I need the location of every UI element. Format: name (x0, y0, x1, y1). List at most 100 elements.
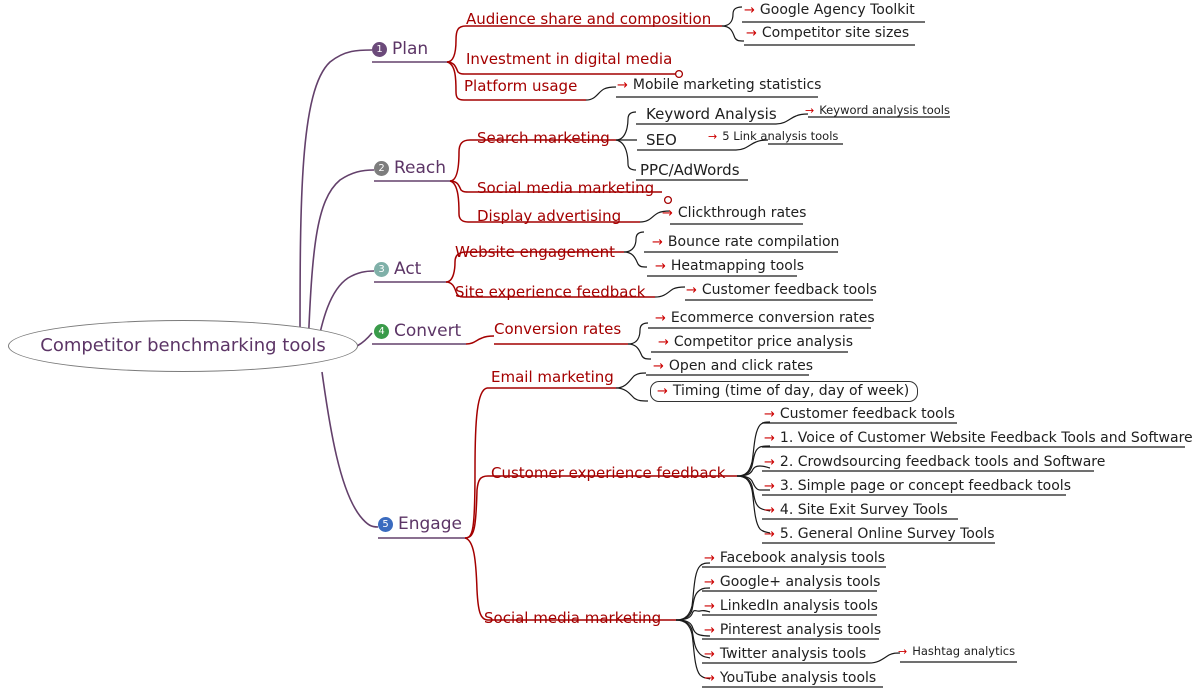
branch-number-badge: 3 (374, 262, 389, 277)
leaf-label: 4. Site Exit Survey Tools (779, 502, 948, 518)
leaf-label: Customer feedback tools (701, 282, 877, 298)
leaf-customer-feedback-tools-engage[interactable]: → Customer feedback tools (764, 407, 955, 421)
branch-reach[interactable]: 2 Reach (374, 160, 446, 177)
leaf-label: Competitor site sizes (761, 25, 910, 41)
arrow-icon: → (658, 335, 669, 350)
topic-social-media-marketing-engage[interactable]: Social media marketing (484, 611, 661, 626)
root-node[interactable]: Competitor benchmarking tools (8, 320, 358, 372)
leaf-simple-page-feedback-tools[interactable]: → 3. Simple page or concept feedback too… (764, 479, 1071, 493)
leaf-crowdsourcing-feedback-tools[interactable]: → 2. Crowdsourcing feedback tools and So… (764, 455, 1105, 469)
branch-convert[interactable]: 4 Convert (374, 323, 461, 340)
arrow-icon: → (704, 599, 715, 614)
branch-act[interactable]: 3 Act (374, 261, 421, 278)
arrow-icon: → (764, 527, 775, 542)
topic-email-marketing[interactable]: Email marketing (491, 370, 614, 385)
leaf-general-online-survey-tools[interactable]: → 5. General Online Survey Tools (764, 527, 995, 541)
topic-customer-experience-feedback[interactable]: Customer experience feedback (491, 466, 725, 481)
leaf-keyword-analysis-tools[interactable]: → Keyword analysis tools (805, 103, 950, 117)
topic-audience-share[interactable]: Audience share and composition (466, 12, 711, 27)
arrow-icon: → (704, 647, 715, 662)
leaf-youtube-analysis-tools[interactable]: → YouTube analysis tools (704, 671, 876, 685)
leaf-linkedin-analysis-tools[interactable]: → LinkedIn analysis tools (704, 599, 878, 613)
leaf-customer-feedback-tools-act[interactable]: → Customer feedback tools (686, 283, 877, 297)
leaf-googleplus-analysis-tools[interactable]: → Google+ analysis tools (704, 575, 880, 589)
leaf-ecommerce-conversion-rates[interactable]: → Ecommerce conversion rates (655, 311, 875, 325)
leaf-label: Clickthrough rates (677, 205, 807, 221)
leaf-timing[interactable]: → Timing (time of day, day of week) (650, 381, 919, 402)
leaf-label: 5 Link analysis tools (722, 129, 839, 143)
branch-number-badge: 1 (372, 42, 387, 57)
leaf-clickthrough-rates[interactable]: → Clickthrough rates (662, 206, 806, 220)
arrow-icon: → (805, 104, 815, 117)
leaf-label: 2. Crowdsourcing feedback tools and Soft… (779, 454, 1106, 470)
leaf-label: 5. General Online Survey Tools (779, 526, 995, 542)
topic-platform-usage[interactable]: Platform usage (464, 79, 577, 94)
leaf-label: Open and click rates (668, 358, 814, 374)
arrow-icon: → (657, 384, 668, 399)
arrow-icon: → (764, 431, 775, 446)
arrow-icon: → (655, 311, 666, 326)
leaf-label: Timing (time of day, day of week) (672, 383, 910, 399)
leaf-label: Bounce rate compilation (667, 234, 840, 250)
branch-number-badge: 4 (374, 324, 389, 339)
leaf-mobile-marketing-statistics[interactable]: → Mobile marketing statistics (617, 78, 821, 92)
leaf-label: Ecommerce conversion rates (670, 310, 875, 326)
topic-display-advertising[interactable]: Display advertising (477, 209, 621, 224)
arrow-icon: → (746, 26, 757, 41)
leaf-facebook-analysis-tools[interactable]: → Facebook analysis tools (704, 551, 885, 565)
topic-search-marketing[interactable]: Search marketing (477, 131, 610, 146)
leaf-label: Twitter analysis tools (719, 646, 867, 662)
leaf-pinterest-analysis-tools[interactable]: → Pinterest analysis tools (704, 623, 881, 637)
leaf-bounce-rate-compilation[interactable]: → Bounce rate compilation (652, 235, 839, 249)
branch-label: Engage (398, 514, 462, 534)
leaf-label: Facebook analysis tools (719, 550, 886, 566)
branch-label: Plan (392, 39, 429, 59)
subtopic-seo[interactable]: SEO (646, 133, 677, 148)
topic-social-media-marketing-reach[interactable]: Social media marketing (477, 181, 654, 196)
leaf-label: 1. Voice of Customer Website Feedback To… (779, 430, 1193, 446)
branch-plan[interactable]: 1 Plan (372, 41, 428, 58)
topic-conversion-rates[interactable]: Conversion rates (494, 322, 621, 337)
leaf-site-exit-survey-tools[interactable]: → 4. Site Exit Survey Tools (764, 503, 948, 517)
arrow-icon: → (744, 3, 755, 18)
arrow-icon: → (764, 503, 775, 518)
arrow-icon: → (708, 130, 718, 143)
topic-website-engagement[interactable]: Website engagement (455, 245, 615, 260)
leaf-twitter-analysis-tools[interactable]: → Twitter analysis tools (704, 647, 866, 661)
leaf-label: Keyword analysis tools (819, 103, 950, 117)
arrow-icon: → (655, 259, 666, 274)
leaf-competitor-site-sizes[interactable]: → Competitor site sizes (746, 26, 909, 40)
subtopic-ppc-adwords[interactable]: PPC/AdWords (640, 163, 740, 178)
leaf-open-and-click-rates[interactable]: → Open and click rates (653, 359, 813, 373)
leaf-voice-of-customer-tools[interactable]: → 1. Voice of Customer Website Feedback … (764, 431, 1193, 445)
branch-label: Act (394, 259, 422, 279)
branch-engage[interactable]: 5 Engage (378, 516, 462, 533)
root-label: Competitor benchmarking tools (40, 335, 326, 356)
arrow-icon: → (898, 645, 908, 658)
topic-investment-digital-media[interactable]: Investment in digital media (466, 52, 672, 67)
leaf-google-agency-toolkit[interactable]: → Google Agency Toolkit (744, 3, 915, 17)
leaf-label: Competitor price analysis (673, 334, 854, 350)
arrow-icon: → (653, 359, 664, 374)
leaf-link-analysis-tools[interactable]: → 5 Link analysis tools (708, 129, 839, 143)
arrow-icon: → (704, 551, 715, 566)
subtopic-keyword-analysis[interactable]: Keyword Analysis (646, 107, 777, 122)
leaf-heatmapping-tools[interactable]: → Heatmapping tools (655, 259, 804, 273)
topic-site-experience-feedback[interactable]: Site experience feedback (455, 285, 645, 300)
leaf-label: Hashtag analytics (912, 644, 1016, 658)
leaf-label: Mobile marketing statistics (632, 77, 822, 93)
arrow-icon: → (704, 671, 715, 686)
arrow-icon: → (704, 575, 715, 590)
leaf-label: Pinterest analysis tools (719, 622, 882, 638)
leaf-hashtag-analytics[interactable]: → Hashtag analytics (898, 644, 1016, 658)
arrow-icon: → (764, 407, 775, 422)
leaf-label: Heatmapping tools (670, 258, 805, 274)
branch-number-badge: 2 (374, 161, 389, 176)
arrow-icon: → (652, 235, 663, 250)
arrow-icon: → (764, 455, 775, 470)
leaf-competitor-price-analysis[interactable]: → Competitor price analysis (658, 335, 853, 349)
endpoint-circle-social-reach (663, 195, 673, 205)
arrow-icon: → (686, 283, 697, 298)
arrow-icon: → (617, 78, 628, 93)
leaf-label: Google+ analysis tools (719, 574, 881, 590)
